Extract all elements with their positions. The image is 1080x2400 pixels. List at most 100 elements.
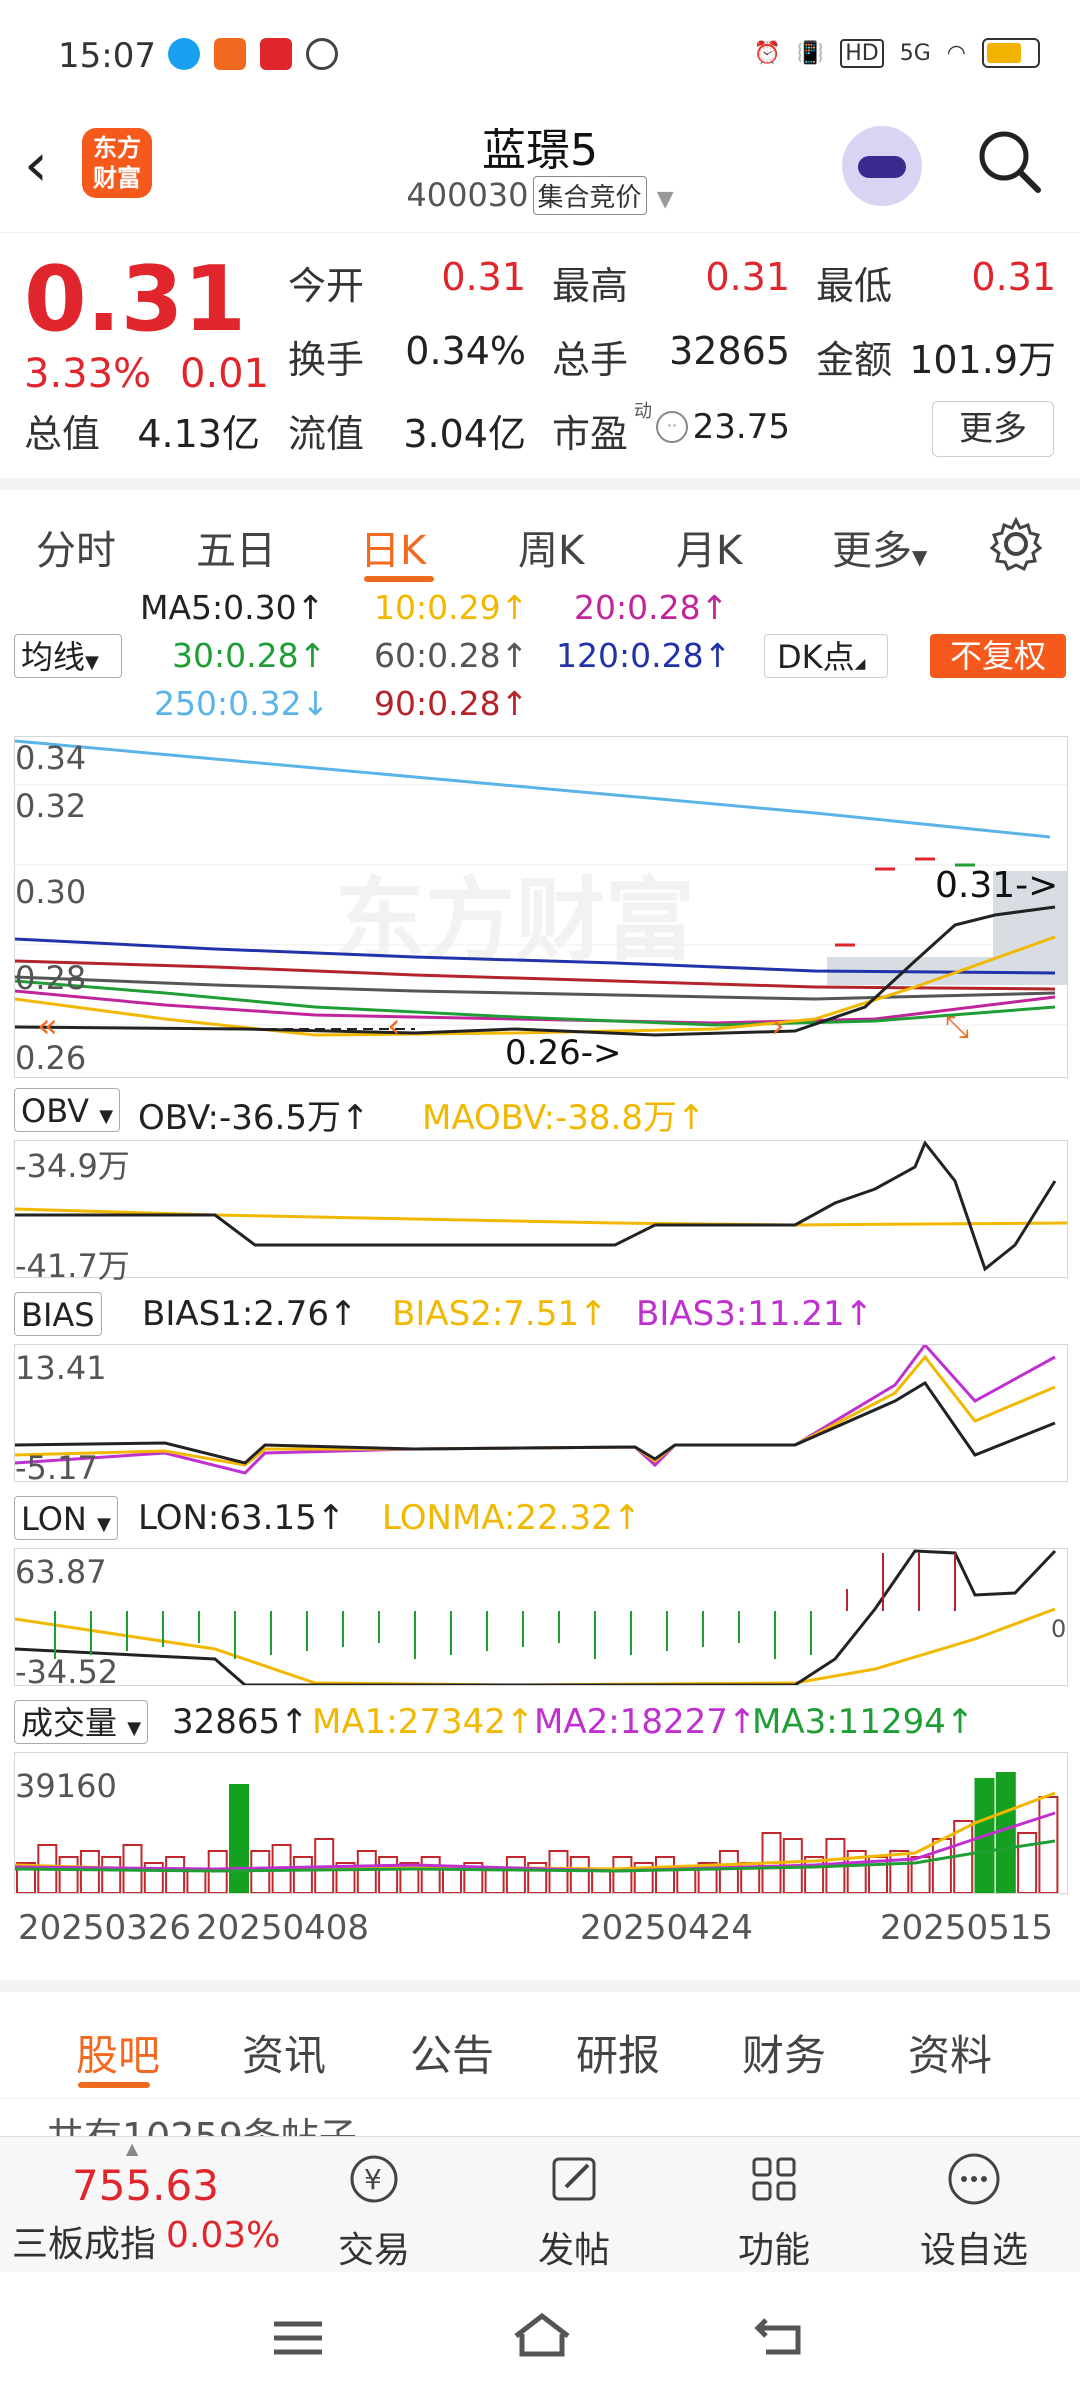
menu-icon[interactable]: [270, 2316, 326, 2360]
hd-icon: HD: [840, 38, 884, 68]
zero-label: 0: [1051, 1615, 1067, 1643]
tab-monthly-k[interactable]: 月K: [676, 518, 742, 576]
system-nav-bar: [0, 2272, 1080, 2400]
function-label: 功能: [737, 2230, 810, 2271]
volume-bar: [655, 1856, 675, 1893]
tab-finance[interactable]: 财务: [742, 2022, 826, 2083]
y-label: 0.30: [15, 873, 87, 911]
obv-plot: [15, 1141, 1067, 1272]
trade-button[interactable]: ¥ 交易: [314, 2147, 434, 2273]
pe-value: 23.75: [692, 407, 790, 447]
volume-bar: [378, 1856, 399, 1893]
tab-news[interactable]: 资讯: [242, 2022, 326, 2083]
chevron-right-icon[interactable]: ›: [771, 1006, 785, 1046]
date-label: 20250424: [580, 1908, 754, 1948]
index-value[interactable]: 755.63: [72, 2161, 219, 2210]
ma90-label: 90:0.28↑: [374, 684, 529, 723]
more-quote-button[interactable]: 更多: [932, 401, 1054, 457]
obv-chart[interactable]: -34.9万 -41.7万: [14, 1140, 1068, 1285]
ma-selector[interactable]: 均线▼: [14, 634, 122, 678]
lon-selector-label: LON: [21, 1500, 87, 1538]
pe-dynamic-mark: 动: [634, 401, 652, 422]
volume-bar: [889, 1850, 910, 1893]
pe-info-icon[interactable]: ··: [656, 411, 688, 443]
kline-chart[interactable]: 东方财富 « ‹ › ⤡ 0.34 0.32 0.30 0.28 0.26 0.…: [14, 736, 1068, 1078]
bias-chart[interactable]: 13.41 -5.17: [14, 1344, 1068, 1487]
volume-bar: [548, 1850, 569, 1893]
chevron-left-icon[interactable]: ‹: [387, 1006, 401, 1046]
volume-bar: [569, 1856, 590, 1893]
post-count: 共有10259条帖子: [46, 2106, 357, 2136]
tab-more[interactable]: 更多▼: [832, 518, 927, 576]
tab-profile[interactable]: 资料: [908, 2022, 992, 2083]
volume-selector-label: 成交量: [21, 1704, 118, 1742]
index-name[interactable]: 三板成指: [12, 2215, 156, 2267]
obv-value: OBV:-36.5万↑: [138, 1098, 370, 1138]
obv-selector[interactable]: OBV ▼: [14, 1088, 121, 1132]
high-label: 最高: [552, 264, 629, 308]
tab-research[interactable]: 研报: [576, 2022, 660, 2083]
expand-icon[interactable]: ⤡: [945, 1010, 969, 1045]
ma120-label: 120:0.28↑: [556, 636, 732, 675]
function-button[interactable]: 功能: [714, 2147, 834, 2273]
turnover-label: 换手: [288, 338, 365, 382]
ma250-line: [15, 739, 1051, 839]
tab-guba[interactable]: 股吧: [76, 2022, 160, 2083]
post-button[interactable]: 发帖: [514, 2147, 634, 2273]
tab-announcement[interactable]: 公告: [410, 2022, 494, 2083]
tab-active-indicator: [78, 2082, 150, 2088]
volume-selector[interactable]: 成交量 ▼: [14, 1700, 149, 1744]
index-change[interactable]: 0.03%: [166, 2215, 280, 2256]
volume-bar: [356, 1850, 377, 1893]
low-value: 0.31: [971, 255, 1056, 299]
corner-triangle-icon: ◢: [854, 656, 866, 672]
volume-plot: [15, 1772, 1059, 1893]
float-cap-label: 流值: [288, 412, 365, 456]
no-adjust-button[interactable]: 不复权: [930, 634, 1066, 678]
volume-bar: [505, 1856, 526, 1893]
lon-line: [15, 1549, 1057, 1685]
chevron-down-icon: ▼: [85, 652, 99, 673]
volume-bar: [591, 1868, 612, 1893]
notification-icons: [168, 38, 338, 70]
assistant-robot-icon[interactable]: [842, 126, 922, 206]
stock-header: ‹ 东方财富 蓝璟5 400030 集合竞价 ▼: [0, 100, 1080, 230]
lon-value: LON:63.15↑: [138, 1498, 346, 1538]
volume-bar: [186, 1868, 207, 1893]
add-watchlist-button[interactable]: 设自选: [914, 2147, 1034, 2273]
low-price-marker: 0.26->: [505, 1033, 622, 1073]
tab-more-label: 更多: [832, 528, 912, 574]
tab-daily-k[interactable]: 日K: [360, 518, 426, 576]
open-value: 0.31: [441, 255, 526, 299]
volume-bar: [101, 1856, 122, 1893]
open-label: 今开: [288, 264, 365, 308]
y-label: 63.87: [15, 1553, 107, 1591]
system-status-icons: ⏰ 📳 HD 5G ◠: [753, 38, 1040, 68]
lon-chart[interactable]: 63.87 -34.52 0: [14, 1548, 1068, 1691]
ma5-label: MA5:0.30↑: [140, 588, 325, 627]
tab-intraday[interactable]: 分时: [36, 518, 116, 576]
volume-chart[interactable]: 39160: [14, 1752, 1068, 1894]
volume-bar: [718, 1850, 739, 1893]
tab-weekly-k[interactable]: 周K: [518, 518, 584, 576]
y-label: 0.32: [15, 787, 87, 825]
gear-icon[interactable]: [988, 516, 1044, 572]
bias-plot: [15, 1345, 1056, 1475]
search-icon[interactable]: [974, 126, 1046, 198]
lon-selector[interactable]: LON ▼: [14, 1496, 118, 1540]
bias3-line: [15, 1345, 1056, 1475]
dk-point-button[interactable]: DK点◢: [764, 634, 888, 678]
back-nav-icon[interactable]: [752, 2312, 808, 2360]
bias2-value: BIAS2:7.51↑: [392, 1294, 608, 1334]
volume-bar: [484, 1868, 505, 1893]
y-label: -34.52: [15, 1653, 119, 1691]
volume-bar: [292, 1856, 313, 1893]
home-icon[interactable]: [510, 2310, 574, 2362]
volume-bar: [165, 1856, 186, 1893]
last-price: 0.31: [24, 247, 247, 352]
bias-selector[interactable]: BIAS: [14, 1292, 102, 1336]
volume-bar: [229, 1784, 249, 1893]
chevron-up-icon[interactable]: ▲: [126, 2139, 138, 2158]
tab-five-day[interactable]: 五日: [196, 518, 276, 576]
vol-ma3-value: MA3:11294↑: [752, 1702, 975, 1742]
